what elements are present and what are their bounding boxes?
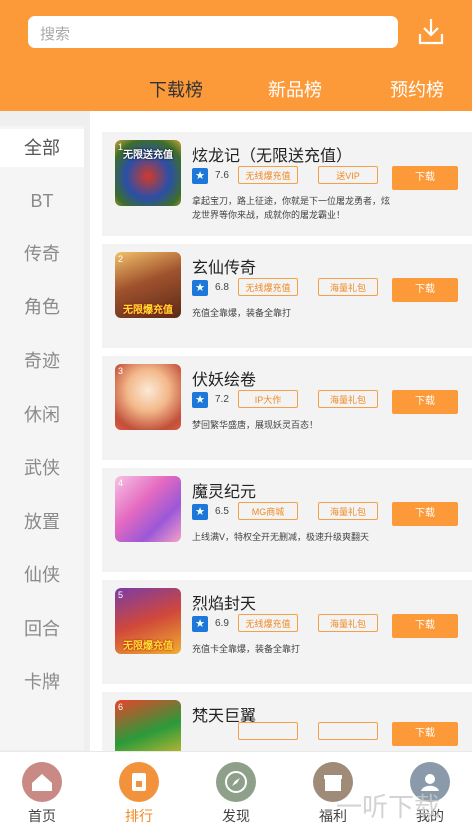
download-button[interactable]: 下载 [392, 390, 458, 414]
category-idle[interactable]: 放置 [0, 503, 84, 541]
game-tag: IP大作 [238, 390, 298, 408]
category-xianxia[interactable]: 仙侠 [0, 556, 84, 594]
rank-number: 4 [118, 478, 124, 488]
home-icon [22, 762, 62, 802]
search-placeholder: 搜索 [40, 26, 71, 43]
game-score: 6.9 [215, 618, 229, 629]
watermark: 一听下载 [336, 792, 441, 822]
game-description: 充值卡全靠爆，装备全靠打 [192, 644, 301, 654]
nav-ranking[interactable]: 排行 [100, 752, 180, 827]
game-tag: MG商城 [238, 502, 298, 520]
game-description: 上线满V，特权全开无删减，极速升级爽翻天 [192, 532, 370, 542]
tab-reserve-rank[interactable]: 预约榜 [390, 76, 444, 102]
category-sidebar: 全部 BT 传奇 角色 奇迹 休闲 武侠 放置 仙侠 回合 卡牌 [0, 126, 84, 750]
category-miracle[interactable]: 奇迹 [0, 342, 84, 380]
game-description: 充值全靠爆，装备全靠打 [192, 308, 292, 318]
game-name[interactable]: 烈焰封天 [192, 590, 256, 614]
game-score: 6.8 [215, 282, 229, 293]
game-icon[interactable]: 5 无限爆充值 [115, 588, 181, 654]
game-icon[interactable]: 6 [115, 700, 181, 751]
star-icon: ★ [192, 504, 208, 520]
game-tag: 海量礼包 [318, 278, 378, 296]
game-card[interactable]: 4 魔灵纪元 ★ 6.5 MG商城 海量礼包 下载 上线满V，特权全开无删减，极… [102, 468, 472, 572]
nav-home-label: 首页 [28, 808, 56, 824]
game-tag: 海量礼包 [318, 614, 378, 632]
game-tag: 无线爆充值 [238, 614, 298, 632]
download-icon[interactable] [418, 17, 444, 45]
ranking-icon [119, 762, 159, 802]
game-name[interactable]: 伏妖绘卷 [192, 366, 256, 390]
game-tag: 送VIP [318, 166, 378, 184]
game-score: 7.6 [215, 170, 229, 181]
game-card[interactable]: 2 无限爆充值 玄仙传奇 ★ 6.8 无线爆充值 海量礼包 下载 充值全靠爆，装… [102, 244, 472, 348]
game-tag: 海量礼包 [318, 502, 378, 520]
game-description: 梦回繁华盛唐，展现妖灵百态！ [192, 420, 319, 430]
game-name[interactable]: 魔灵纪元 [192, 478, 256, 502]
rank-number: 6 [118, 702, 124, 712]
game-card[interactable]: 1 无限送充值 炫龙记（无限送充值） ★ 7.6 无线爆充值 送VIP 下载 拿… [102, 132, 472, 236]
rank-number: 3 [118, 366, 124, 376]
download-button[interactable]: 下载 [392, 278, 458, 302]
tab-download-rank[interactable]: 下载榜 [149, 76, 203, 102]
game-tag: 无线爆充值 [238, 166, 298, 184]
search-input[interactable]: 搜索 [28, 16, 398, 48]
game-icon[interactable]: 2 无限爆充值 [115, 252, 181, 318]
star-icon: ★ [192, 616, 208, 632]
game-score: 6.5 [215, 506, 229, 517]
star-icon: ★ [192, 392, 208, 408]
icon-banner-text: 无限爆充值 [123, 641, 173, 652]
game-card[interactable]: 6 梵天巨翼 下载 [102, 692, 472, 751]
tab-new-rank[interactable]: 新品榜 [268, 76, 322, 102]
category-card[interactable]: 卡牌 [0, 663, 84, 701]
category-role[interactable]: 角色 [0, 288, 84, 326]
game-name[interactable]: 玄仙传奇 [192, 254, 256, 278]
icon-banner-text: 无限爆充值 [123, 305, 173, 316]
rank-number: 5 [118, 590, 124, 600]
nav-discover[interactable]: 发现 [197, 752, 277, 827]
icon-banner-text: 无限送充值 [123, 150, 173, 161]
download-button[interactable]: 下载 [392, 502, 458, 526]
game-name[interactable]: 炫龙记（无限送充值） [192, 142, 352, 166]
tab-bar: 下载榜 新品榜 预约榜 [0, 72, 472, 108]
game-description: 拿起宝刀，路上征途，你就是下一位屠龙勇者，炫龙世界等你来战，成就你的屠龙霸业！ [192, 196, 391, 220]
nav-ranking-label: 排行 [125, 808, 153, 824]
game-card[interactable]: 5 无限爆充值 烈焰封天 ★ 6.9 无线爆充值 海量礼包 下载 充值卡全靠爆，… [102, 580, 472, 684]
game-tag [238, 722, 298, 740]
star-icon: ★ [192, 168, 208, 184]
game-icon[interactable]: 3 [115, 364, 181, 430]
nav-discover-label: 发现 [222, 808, 250, 824]
download-button[interactable]: 下载 [392, 614, 458, 638]
category-turn-based[interactable]: 回合 [0, 610, 84, 648]
rank-number: 2 [118, 254, 124, 264]
game-icon[interactable]: 1 无限送充值 [115, 140, 181, 206]
category-wuxia[interactable]: 武侠 [0, 449, 84, 487]
header: 搜索 下载榜 新品榜 预约榜 [0, 0, 472, 111]
game-score: 7.2 [215, 394, 229, 405]
game-tag: 海量礼包 [318, 390, 378, 408]
download-button[interactable]: 下载 [392, 166, 458, 190]
game-tag [318, 722, 378, 740]
star-icon: ★ [192, 280, 208, 296]
game-card[interactable]: 3 伏妖绘卷 ★ 7.2 IP大作 海量礼包 下载 梦回繁华盛唐，展现妖灵百态！ [102, 356, 472, 460]
game-tag: 无线爆充值 [238, 278, 298, 296]
category-all[interactable]: 全部 [0, 129, 84, 167]
nav-home[interactable]: 首页 [3, 752, 83, 827]
category-bt[interactable]: BT [0, 182, 84, 220]
category-legend[interactable]: 传奇 [0, 235, 84, 273]
game-icon[interactable]: 4 [115, 476, 181, 542]
category-casual[interactable]: 休闲 [0, 396, 84, 434]
compass-icon [216, 762, 256, 802]
download-button[interactable]: 下载 [392, 722, 458, 746]
game-list: 1 无限送充值 炫龙记（无限送充值） ★ 7.6 无线爆充值 送VIP 下载 拿… [90, 111, 472, 751]
